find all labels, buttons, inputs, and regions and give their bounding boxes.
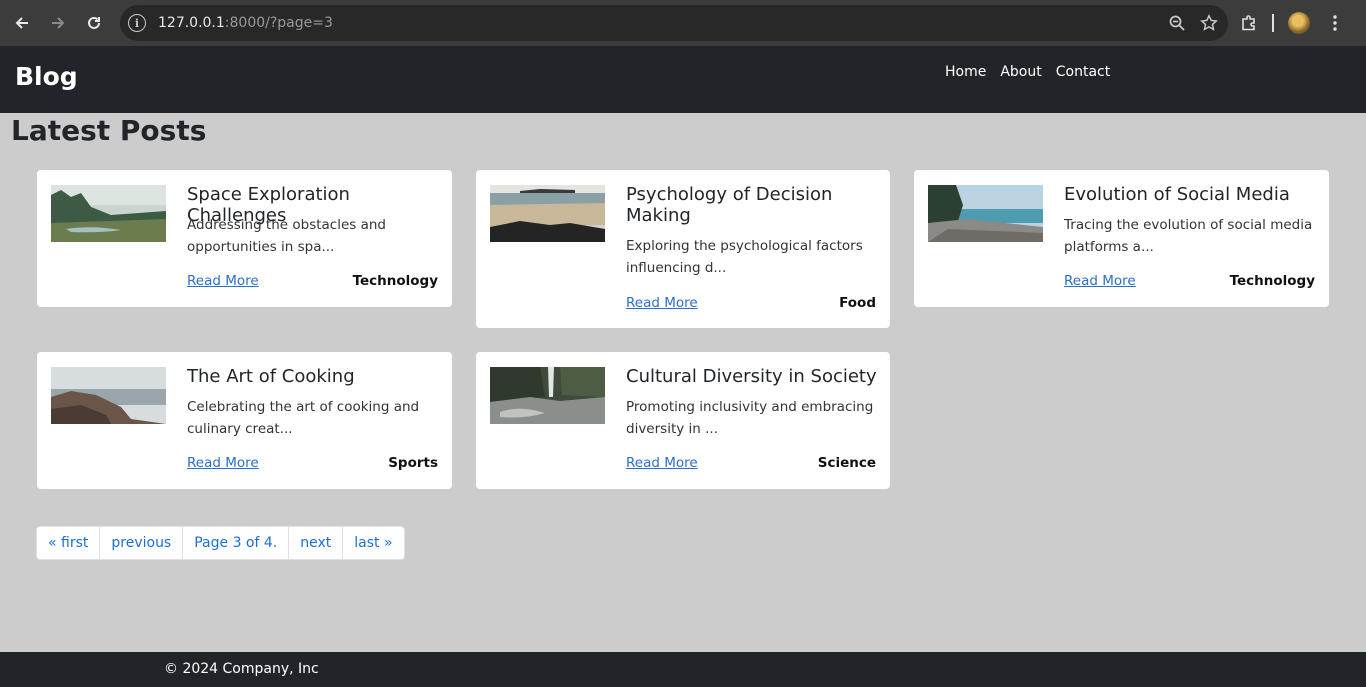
extensions-icon[interactable] (1240, 14, 1258, 32)
browser-toolbar: i 127.0.0.1:8000/?page=3 (0, 0, 1366, 46)
bookmark-star-icon[interactable] (1200, 14, 1218, 32)
url-text[interactable]: 127.0.0.1:8000/?page=3 (158, 15, 333, 31)
arrow-right-icon (52, 17, 65, 29)
pagination-first[interactable]: « first (37, 527, 101, 559)
post-card: Space Exploration Challenges Addressing … (37, 170, 452, 307)
post-card: Psychology of Decision Making Exploring … (476, 170, 890, 328)
post-title[interactable]: The Art of Cooking (187, 366, 449, 387)
post-category: Sports (388, 455, 438, 471)
nav-link-contact[interactable]: Contact (1056, 64, 1110, 80)
site-header: Blog Home About Contact (0, 46, 1366, 113)
toolbar-divider (1272, 14, 1274, 32)
pagination-previous[interactable]: previous (100, 527, 184, 559)
top-nav: Home About Contact (945, 64, 1110, 80)
post-thumbnail (51, 367, 166, 424)
pagination-current: Page 3 of 4. (183, 527, 290, 559)
read-more-link[interactable]: Read More (626, 455, 698, 471)
page-title: Latest Posts (11, 114, 207, 147)
read-more-link[interactable]: Read More (187, 273, 259, 289)
url-path: :8000/?page=3 (224, 15, 333, 31)
post-excerpt: Exploring the psychological factors infl… (626, 238, 863, 276)
pagination: « first previous Page 3 of 4. next last … (36, 526, 405, 560)
post-excerpt: Celebrating the art of cooking and culin… (187, 399, 420, 437)
back-button[interactable] (4, 5, 40, 41)
site-info-icon[interactable]: i (128, 14, 146, 32)
post-category: Technology (1229, 273, 1315, 289)
read-more-link[interactable]: Read More (1064, 273, 1136, 289)
post-excerpt: Tracing the evolution of social media pl… (1064, 217, 1313, 255)
reload-icon (88, 16, 100, 29)
profile-avatar[interactable] (1288, 12, 1310, 34)
read-more-link[interactable]: Read More (626, 295, 698, 311)
post-thumbnail (490, 185, 605, 242)
brand-logo[interactable]: Blog (15, 62, 78, 91)
reload-button[interactable] (76, 5, 112, 41)
site-footer: © 2024 Company, Inc (0, 652, 1366, 687)
arrow-left-icon (15, 17, 28, 29)
nav-link-about[interactable]: About (1000, 64, 1041, 80)
forward-button[interactable] (40, 5, 76, 41)
post-title[interactable]: Psychology of Decision Making (626, 184, 888, 226)
read-more-link[interactable]: Read More (187, 455, 259, 471)
post-title[interactable]: Evolution of Social Media (1064, 184, 1326, 205)
menu-kebab-icon[interactable] (1326, 14, 1344, 32)
post-thumbnail (51, 185, 166, 242)
post-card: Cultural Diversity in Society Promoting … (476, 352, 890, 489)
post-category: Food (839, 295, 876, 311)
post-category: Science (817, 455, 876, 471)
nav-link-home[interactable]: Home (945, 64, 986, 80)
post-excerpt: Addressing the obstacles and opportuniti… (187, 217, 387, 255)
pagination-next[interactable]: next (289, 527, 344, 559)
address-bar[interactable]: i 127.0.0.1:8000/?page=3 (120, 5, 1228, 41)
post-category: Technology (352, 273, 438, 289)
pagination-last[interactable]: last » (343, 527, 403, 559)
zoom-icon[interactable] (1168, 14, 1186, 32)
post-title[interactable]: Cultural Diversity in Society (626, 366, 888, 387)
post-thumbnail (928, 185, 1043, 242)
post-card: Evolution of Social Media Tracing the ev… (914, 170, 1329, 307)
footer-copyright: © 2024 Company, Inc (164, 661, 319, 677)
post-thumbnail (490, 367, 605, 424)
post-card: The Art of Cooking Celebrating the art o… (37, 352, 452, 489)
post-excerpt: Promoting inclusivity and embracing dive… (626, 399, 874, 437)
url-host: 127.0.0.1 (158, 15, 225, 31)
